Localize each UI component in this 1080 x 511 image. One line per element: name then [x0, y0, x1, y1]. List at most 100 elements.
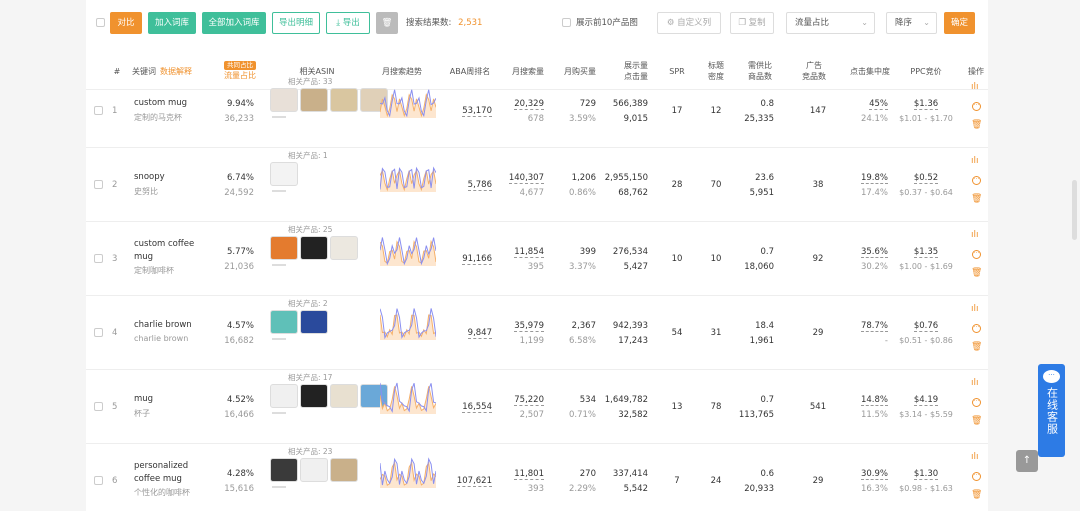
- product-thumbnail[interactable]: [270, 236, 298, 260]
- product-thumbnail[interactable]: [270, 310, 298, 334]
- sort-field-select[interactable]: 流量占比 ⌄: [786, 12, 875, 34]
- aba-rank-value[interactable]: 53,170: [438, 106, 492, 117]
- monthly-search-trend-sparkline[interactable]: [380, 154, 436, 194]
- click-concentration-value[interactable]: 78.7%: [842, 321, 888, 332]
- trash-icon[interactable]: 🗑: [971, 120, 982, 130]
- product-thumbnail[interactable]: [330, 236, 358, 260]
- monthly-search-trend-sparkline[interactable]: [380, 228, 436, 268]
- product-thumbnail[interactable]: [300, 236, 328, 260]
- custom-columns-button[interactable]: ⚙ 自定义列: [657, 12, 721, 34]
- row-checkbox[interactable]: [94, 328, 103, 337]
- row-checkbox[interactable]: [94, 402, 103, 411]
- click-concentration-text: 35.6%: [860, 247, 888, 258]
- monthly-search-value[interactable]: 35,979: [492, 321, 544, 332]
- product-thumbnail[interactable]: [270, 384, 298, 408]
- more-options-icon[interactable]: ···: [972, 176, 981, 185]
- clicks: 5,427: [623, 262, 648, 272]
- keyword-text-line2[interactable]: coffee mug: [134, 474, 182, 484]
- more-options-icon[interactable]: ···: [972, 250, 981, 259]
- monthly-search-trend-sparkline[interactable]: [380, 376, 436, 416]
- delete-button[interactable]: 🗑: [376, 12, 398, 34]
- trash-icon[interactable]: 🗑: [971, 194, 982, 204]
- ppc-bid-value[interactable]: $4.19: [894, 395, 958, 406]
- row-checkbox[interactable]: [94, 180, 103, 189]
- bar-chart-icon[interactable]: ılı: [971, 230, 979, 240]
- ppc-bid-value[interactable]: $0.76: [894, 321, 958, 332]
- ppc-bid-value[interactable]: $1.36: [894, 99, 958, 110]
- monthly-search-trend-sparkline[interactable]: [380, 80, 436, 120]
- bar-chart-icon[interactable]: ılı: [971, 452, 979, 462]
- product-thumbnail[interactable]: [270, 88, 298, 112]
- product-thumbnail[interactable]: [330, 384, 358, 408]
- more-options-icon[interactable]: ···: [972, 102, 981, 111]
- monthly-search-trend-sparkline[interactable]: [380, 450, 436, 490]
- online-service-widget[interactable]: ··· 在线客服: [1038, 364, 1065, 457]
- click-concentration-value[interactable]: 30.9%: [842, 469, 888, 480]
- product-thumbnail[interactable]: [330, 88, 358, 112]
- trash-icon[interactable]: 🗑: [971, 342, 982, 352]
- aba-rank-value[interactable]: 91,166: [438, 254, 492, 265]
- row-checkbox[interactable]: [94, 106, 103, 115]
- ppc-bid-text: $0.52: [913, 173, 939, 184]
- product-thumbnail[interactable]: [330, 458, 358, 482]
- keyword-text[interactable]: snoopy: [134, 172, 165, 182]
- click-concentration-value[interactable]: 35.6%: [842, 247, 888, 258]
- sort-order-select[interactable]: 降序 ⌄: [886, 12, 937, 34]
- ppc-bid-value[interactable]: $0.52: [894, 173, 958, 184]
- trash-icon[interactable]: 🗑: [971, 268, 982, 278]
- keyword-text[interactable]: mug: [134, 394, 153, 404]
- aba-rank-value[interactable]: 5,786: [438, 180, 492, 191]
- bar-chart-icon[interactable]: ılı: [971, 156, 979, 166]
- aba-rank-value[interactable]: 9,847: [438, 328, 492, 339]
- bar-chart-icon[interactable]: ılı: [971, 378, 979, 388]
- monthly-search-value[interactable]: 140,307: [492, 173, 544, 184]
- click-concentration-value[interactable]: 45%: [842, 99, 888, 110]
- monthly-search-value[interactable]: 75,220: [492, 395, 544, 406]
- add-to-library-button[interactable]: 加入词库: [148, 12, 196, 34]
- select-all-checkbox[interactable]: [96, 18, 105, 27]
- scroll-top-button[interactable]: ↑: [1016, 450, 1038, 472]
- monthly-search-value[interactable]: 11,801: [492, 469, 544, 480]
- copy-button[interactable]: ❐ 复制: [730, 12, 774, 34]
- keyword-text[interactable]: custom coffee: [134, 239, 194, 249]
- aba-rank-value[interactable]: 16,554: [438, 402, 492, 413]
- monthly-purchase: 2,367: [571, 321, 596, 331]
- bar-chart-icon[interactable]: ılı: [971, 82, 979, 92]
- product-thumbnail[interactable]: [300, 384, 328, 408]
- click-concentration-value[interactable]: 19.8%: [842, 173, 888, 184]
- col-ads-l1: 广告: [806, 61, 822, 70]
- scrollbar[interactable]: [1072, 180, 1077, 240]
- more-options-icon[interactable]: ···: [972, 472, 981, 481]
- monthly-search-value[interactable]: 20,329: [492, 99, 544, 110]
- row-checkbox[interactable]: [94, 476, 103, 485]
- product-thumbnail[interactable]: [270, 458, 298, 482]
- keyword-text[interactable]: custom mug: [134, 98, 187, 108]
- aba-rank-value[interactable]: 107,621: [438, 476, 492, 487]
- product-thumbnail[interactable]: [300, 88, 328, 112]
- click-concentration-value[interactable]: 14.8%: [842, 395, 888, 406]
- trash-icon[interactable]: 🗑: [971, 416, 982, 426]
- product-thumbnail[interactable]: [270, 162, 298, 186]
- keyword-text[interactable]: personalized: [134, 461, 188, 471]
- trash-icon[interactable]: 🗑: [971, 490, 982, 500]
- ppc-bid-value[interactable]: $1.35: [894, 247, 958, 258]
- clicks: 32,582: [618, 410, 648, 420]
- more-options-icon[interactable]: ···: [972, 324, 981, 333]
- keyword-text[interactable]: charlie brown: [134, 320, 192, 330]
- row-checkbox[interactable]: [94, 254, 103, 263]
- confirm-button[interactable]: 确定: [944, 12, 975, 34]
- product-thumbnail[interactable]: [300, 310, 328, 334]
- export-button[interactable]: ⤓ 导出: [326, 12, 370, 34]
- monthly-search-value[interactable]: 11,854: [492, 247, 544, 258]
- more-options-icon[interactable]: ···: [972, 398, 981, 407]
- add-all-to-library-button[interactable]: 全部加入词库: [202, 12, 266, 34]
- bar-chart-icon[interactable]: ılı: [971, 304, 979, 314]
- show-top10-checkbox[interactable]: [562, 18, 571, 27]
- compare-button[interactable]: 对比: [110, 12, 142, 34]
- clicks: 5,542: [623, 484, 648, 494]
- export-detail-button[interactable]: 导出明细: [272, 12, 320, 34]
- product-thumbnail[interactable]: [300, 458, 328, 482]
- monthly-search-trend-sparkline[interactable]: [380, 302, 436, 342]
- keyword-text-line2[interactable]: mug: [134, 252, 153, 262]
- ppc-bid-value[interactable]: $1.30: [894, 469, 958, 480]
